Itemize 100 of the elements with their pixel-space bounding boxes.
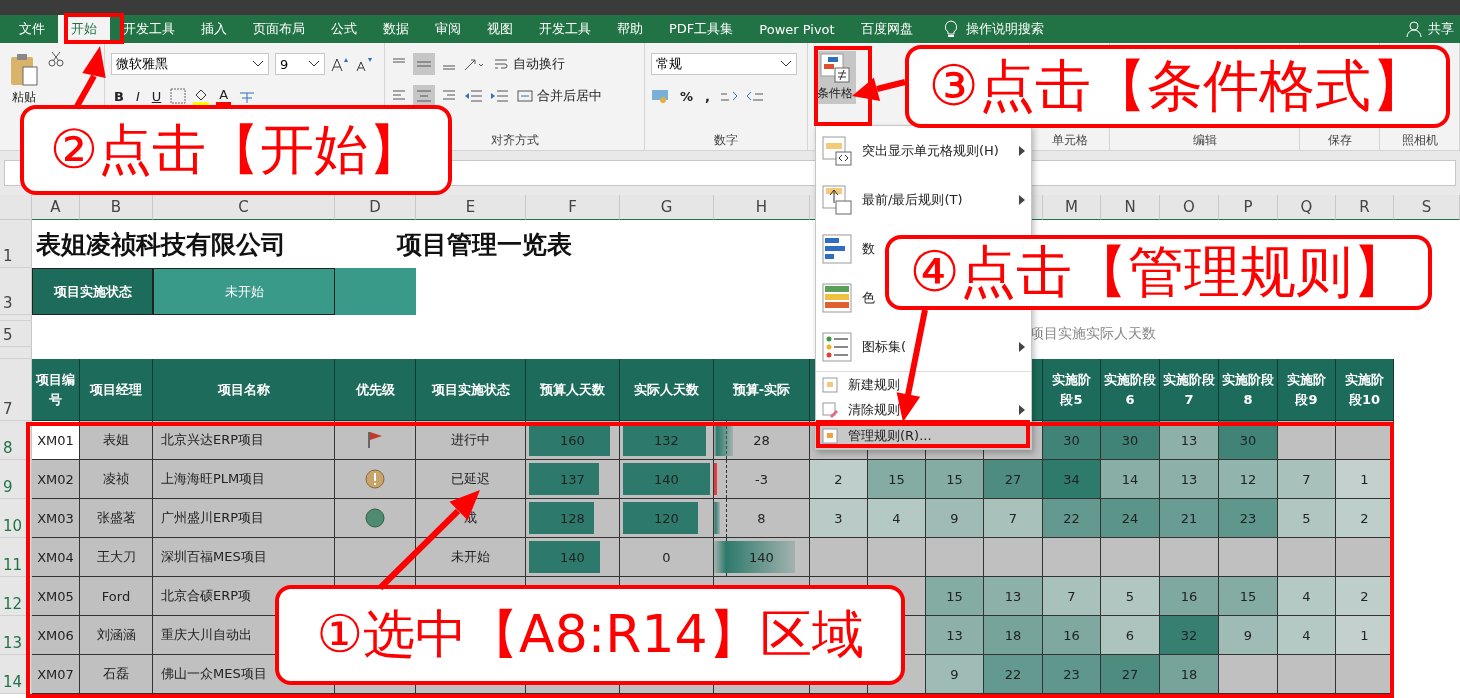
- heat-map-cell: 21: [1160, 499, 1219, 538]
- data-bar-cell: 132: [620, 421, 714, 460]
- heat-map-cell: 15: [926, 577, 984, 616]
- heat-map-cell: 13: [926, 616, 984, 655]
- heat-map-cell: 16: [1043, 616, 1101, 655]
- data-bar-cell: 140: [714, 538, 810, 577]
- company-title: 表姐凌祯科技有限公司: [35, 228, 287, 261]
- column-heading: 预算人天数: [526, 359, 620, 421]
- heat-map-cell: 23: [1043, 655, 1101, 694]
- heat-map-cell: 5: [1278, 499, 1336, 538]
- table-cell: 张盛茗: [80, 499, 153, 538]
- heat-map-cell: 15: [926, 460, 984, 499]
- heat-map-cell: 22: [1043, 499, 1101, 538]
- table-cell: 广州盛川ERP项目: [153, 499, 335, 538]
- heat-map-cell: 18: [1160, 655, 1219, 694]
- table-cell: 凌祯: [80, 460, 153, 499]
- heat-map-cell: 5: [1101, 577, 1160, 616]
- heat-map-cell: 12: [1219, 460, 1278, 499]
- heat-map-cell: 18: [984, 616, 1043, 655]
- data-bar-cell: 140: [620, 460, 714, 499]
- status-value: 未开始: [153, 268, 335, 315]
- heat-map-cell: 23: [1219, 499, 1278, 538]
- heat-map-cell: 4: [868, 499, 926, 538]
- table-cell: 石磊: [80, 655, 153, 694]
- heat-map-cell: 9: [1219, 616, 1278, 655]
- callout-tooltip: ①选中【A8:R14】区域: [275, 585, 905, 685]
- heat-map-cell: 9: [926, 655, 984, 694]
- heat-map-cell: 27: [1101, 655, 1160, 694]
- column-heading: 实施阶段5: [1043, 359, 1101, 421]
- heat-map-cell: 30: [1101, 421, 1160, 460]
- column-heading: 项目编号: [32, 359, 80, 421]
- table-cell: 上海海旺PLM项目: [153, 460, 335, 499]
- table-cell: XM02: [32, 460, 80, 499]
- callout-tooltip: ②点击【开始】: [20, 105, 452, 195]
- table-cell: XM05: [32, 577, 80, 616]
- data-bar-cell: 140: [526, 538, 620, 577]
- table-cell: XM03: [32, 499, 80, 538]
- column-heading: 项目名称: [153, 359, 335, 421]
- table-cell: XM01: [32, 421, 80, 460]
- heat-map-cell: 13: [1160, 421, 1219, 460]
- data-bar-cell: -3: [714, 460, 810, 499]
- column-heading: 项目经理: [80, 359, 153, 421]
- group-label: 对齐方式: [490, 132, 539, 149]
- table-cell: XM07: [32, 655, 80, 694]
- column-heading: 实施阶段10: [1336, 359, 1394, 421]
- heat-map-cell: 22: [984, 655, 1043, 694]
- group-label: 数字: [714, 132, 738, 149]
- heat-map-cell: 7: [1043, 577, 1101, 616]
- heat-map-cell: 27: [984, 460, 1043, 499]
- heat-map-cell: 16: [1160, 577, 1219, 616]
- heat-map-cell: 15: [868, 460, 926, 499]
- table-cell: 深圳百福MES项目: [153, 538, 335, 577]
- column-heading: 实施阶段9: [1278, 359, 1336, 421]
- heat-map-cell: 7: [984, 499, 1043, 538]
- heat-map-cell: 24: [1101, 499, 1160, 538]
- heat-map-cell: 4: [1278, 616, 1336, 655]
- table-cell: Ford: [80, 577, 153, 616]
- data-bar-cell: 137: [526, 460, 620, 499]
- heat-map-cell: 7: [1278, 460, 1336, 499]
- data-bar-cell: 160: [526, 421, 620, 460]
- heat-map-cell: 34: [1043, 460, 1101, 499]
- chart-caption: 项目实施实际人天数: [1030, 324, 1156, 343]
- group-label: 单元格: [1051, 132, 1088, 149]
- table-cell: XM04: [32, 538, 80, 577]
- status-label: 项目实施状态: [32, 268, 153, 315]
- callout-tooltip: ③点击【条件格式】: [905, 45, 1450, 128]
- table-cell: XM06: [32, 616, 80, 655]
- data-bar-cell: 120: [620, 499, 714, 538]
- heat-map-cell: 13: [984, 577, 1043, 616]
- table-cell: 北京兴达ERP项目: [153, 421, 335, 460]
- table-cell: 表姐: [80, 421, 153, 460]
- column-heading: 实施阶段8: [1219, 359, 1278, 421]
- column-heading: 实施阶段7: [1160, 359, 1219, 421]
- table-cell: 已延迟: [416, 460, 526, 499]
- table-cell: 王大刀: [80, 538, 153, 577]
- heat-map-cell: 14: [1101, 460, 1160, 499]
- callout-tooltip: ④点击【管理规则】: [885, 235, 1432, 310]
- column-heading: 优先级: [335, 359, 416, 421]
- heat-map-cell: 32: [1160, 616, 1219, 655]
- sheet-title: 项目管理一览表: [395, 228, 573, 261]
- data-bar-cell: 28: [714, 421, 810, 460]
- group-label: 保存: [1327, 132, 1352, 149]
- data-bar-cell: 8: [714, 499, 810, 538]
- table-cell: 刘涵涵: [80, 616, 153, 655]
- column-heading: 实施阶段6: [1101, 359, 1160, 421]
- group-label: 照相机: [1401, 132, 1438, 149]
- heat-map-cell: 13: [1160, 460, 1219, 499]
- column-heading: 实际人天数: [620, 359, 714, 421]
- heat-map-cell: 2: [810, 460, 868, 499]
- group-label: 编辑: [1192, 132, 1217, 149]
- heat-map-cell: 30: [1219, 421, 1278, 460]
- heat-map-cell: 6: [1101, 616, 1160, 655]
- data-bar-cell: 0: [620, 538, 714, 577]
- heat-map-cell: 30: [1043, 421, 1101, 460]
- heat-map-cell: 9: [926, 499, 984, 538]
- column-heading: 预算-实际: [714, 359, 810, 421]
- data-bar-cell: 128: [526, 499, 620, 538]
- heat-map-cell: 4: [1278, 577, 1336, 616]
- column-heading: 项目实施状态: [416, 359, 526, 421]
- table-cell: 进行中: [416, 421, 526, 460]
